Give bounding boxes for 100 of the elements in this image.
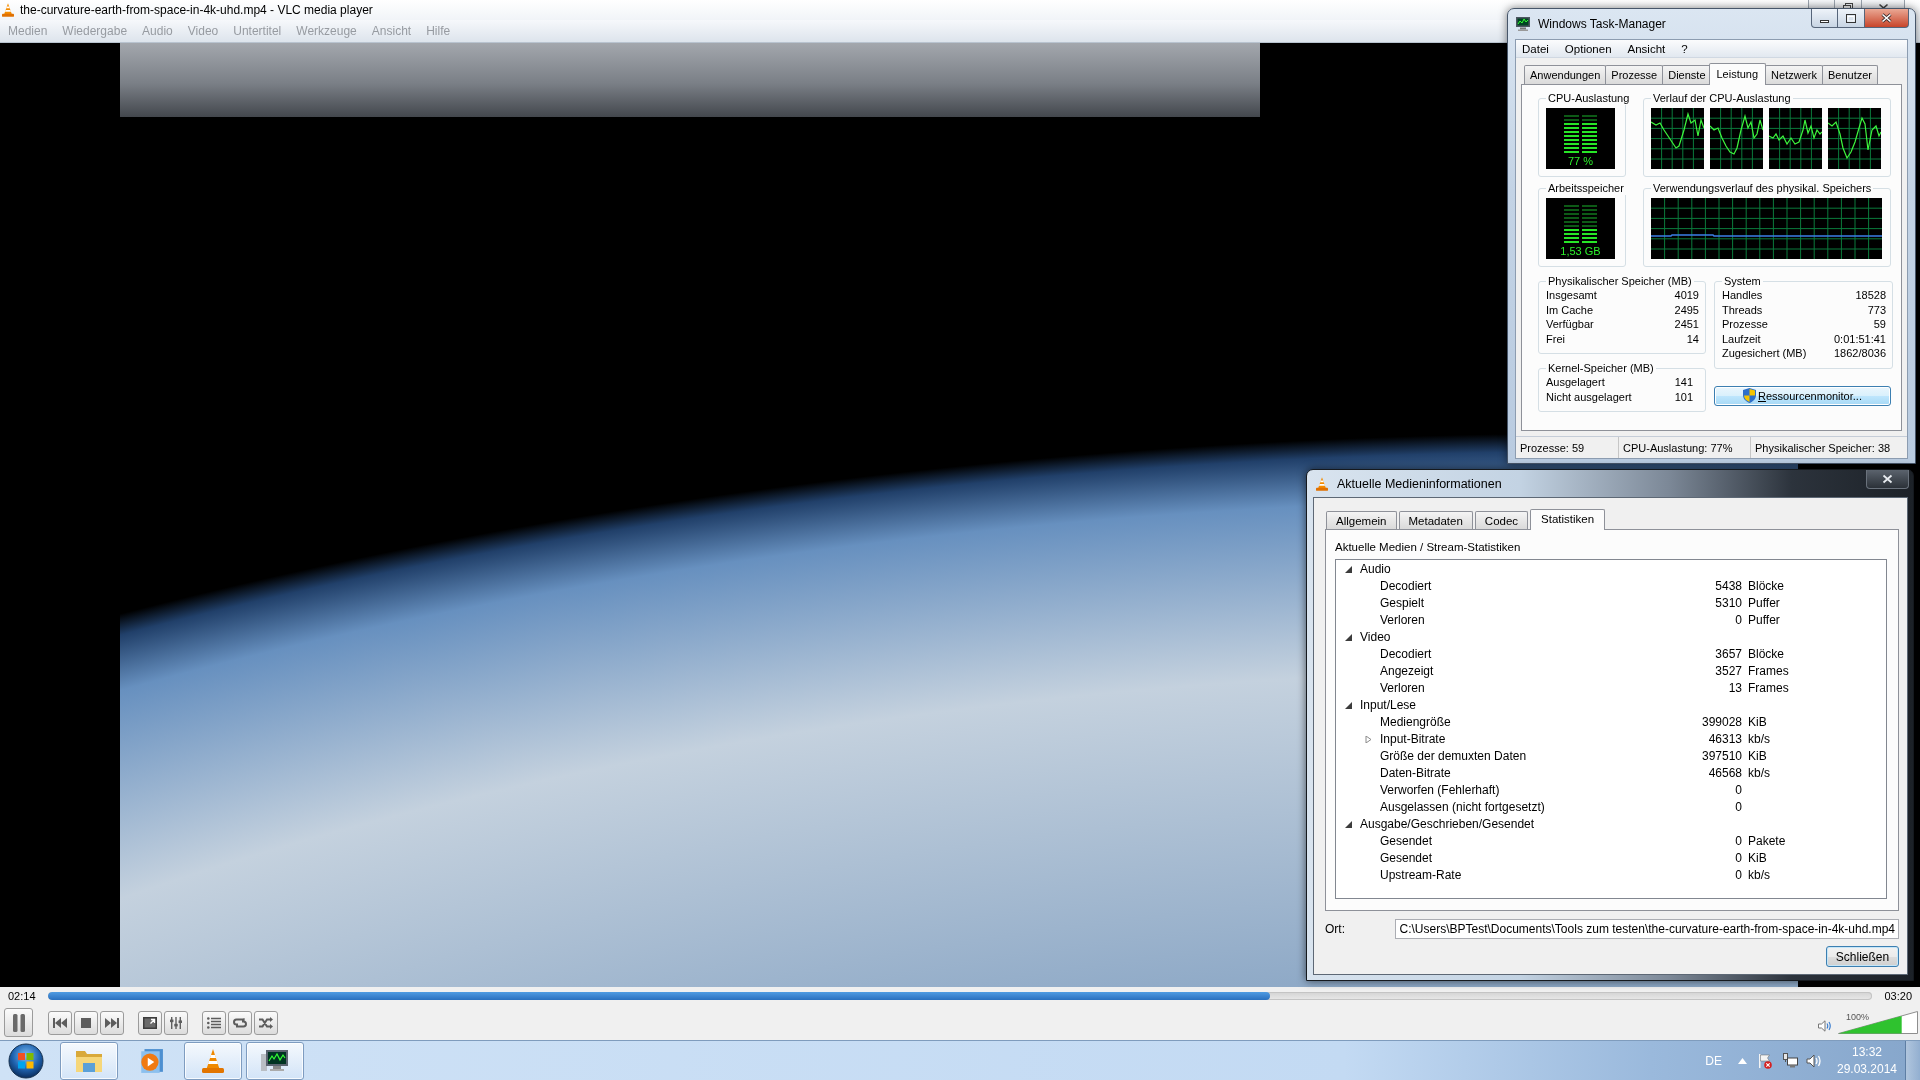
stat-value: 59 xyxy=(1872,317,1886,332)
next-button[interactable] xyxy=(100,1010,124,1035)
stat-label: Laufzeit xyxy=(1722,331,1762,346)
previous-button[interactable] xyxy=(48,1010,72,1035)
menu-item[interactable]: Datei xyxy=(1522,42,1549,55)
fullscreen-icon[interactable] xyxy=(143,1016,157,1029)
sliders-icon[interactable] xyxy=(169,1016,183,1029)
stat-value: 0 xyxy=(1734,613,1742,628)
speaker-icon[interactable] xyxy=(1818,1020,1832,1032)
tab[interactable]: Leistung xyxy=(1708,63,1767,85)
tree-item[interactable]: Ausgabe/Geschrieben/Gesendet xyxy=(1360,817,1535,832)
close-dialog-button[interactable]: Schließen xyxy=(1826,946,1899,967)
extended-settings-button[interactable] xyxy=(164,1010,188,1035)
group-box-title: Arbeitsspeicher xyxy=(1547,182,1625,195)
tree-item[interactable]: Audio xyxy=(1360,562,1391,577)
stat-unit: kb/s xyxy=(1747,766,1770,781)
pause-button[interactable] xyxy=(4,1008,33,1037)
taskbar-button[interactable] xyxy=(246,1041,304,1080)
stat-value: 0 xyxy=(1734,868,1742,883)
close-icon[interactable] xyxy=(1877,3,1889,8)
shuffle-icon[interactable] xyxy=(259,1016,273,1029)
tree-item[interactable]: Decodiert xyxy=(1380,579,1692,594)
tree-item[interactable]: Ausgelassen (nicht fortgesetzt) xyxy=(1380,800,1692,815)
stat-value: 0:01:51:41 xyxy=(1834,331,1886,346)
skip-forward-icon[interactable] xyxy=(105,1016,119,1029)
location-field[interactable]: C:\Users\BPTest\Documents\Tools zum testen\the-curvature-earth-from-space-in-4k-uhd.mp4 xyxy=(1395,919,1899,939)
menu-item[interactable]: Ansicht xyxy=(1627,42,1666,55)
close-icon[interactable] xyxy=(1881,13,1892,23)
tab[interactable]: Allgemein xyxy=(1326,511,1397,529)
maximize-button[interactable] xyxy=(1838,9,1865,28)
stat-value: 399028 xyxy=(1700,715,1742,730)
status-text: Prozesse: 59 xyxy=(1516,437,1619,458)
seek-bar[interactable] xyxy=(47,992,1873,1000)
skip-back-icon[interactable] xyxy=(53,1016,67,1029)
monitor-icon[interactable] xyxy=(261,1047,289,1074)
stat-value: 3657 xyxy=(1714,647,1742,662)
total-time: 03:20 xyxy=(1884,990,1912,1002)
tree-item[interactable]: Angezeigt xyxy=(1380,664,1692,679)
close-button[interactable] xyxy=(1862,0,1905,8)
tree-arrow-icon[interactable] xyxy=(1345,634,1352,641)
stop-icon[interactable] xyxy=(81,1017,91,1028)
tree-item[interactable]: Upstream-Rate xyxy=(1380,868,1692,883)
stat-value: 0 xyxy=(1734,851,1742,866)
stat-value: 0 xyxy=(1734,783,1742,798)
tree-arrow-icon[interactable] xyxy=(1345,702,1352,709)
tree-item[interactable]: Input-Bitrate xyxy=(1380,732,1692,747)
tab[interactable]: Dienste xyxy=(1662,65,1712,84)
traffic-cone-icon xyxy=(2,3,14,17)
cpu-history-graph xyxy=(1710,108,1763,169)
minimize-button[interactable] xyxy=(1811,9,1838,28)
stat-unit: KiB xyxy=(1747,851,1767,866)
tree-item[interactable]: Gespielt xyxy=(1380,596,1692,611)
stat-unit: KiB xyxy=(1747,749,1767,764)
stat-value: 0 xyxy=(1734,800,1742,815)
loop-button[interactable] xyxy=(228,1010,252,1035)
stat-value: 4019 xyxy=(1674,288,1699,303)
repeat-icon[interactable] xyxy=(233,1016,247,1029)
tree-item[interactable]: Mediengröße xyxy=(1380,715,1692,730)
tree-item[interactable]: Video xyxy=(1360,630,1391,645)
group-box-title: Kernel-Speicher (MB) xyxy=(1547,362,1655,375)
field-label: Ort: xyxy=(1325,922,1346,936)
tab[interactable]: Netzwerk xyxy=(1765,65,1823,84)
tab[interactable]: Benutzer xyxy=(1821,65,1878,84)
stat-unit: Puffer xyxy=(1747,613,1780,628)
tree-item[interactable]: Verloren xyxy=(1380,681,1692,696)
menu-item[interactable]: Optionen xyxy=(1564,42,1612,55)
fullscreen-button[interactable] xyxy=(138,1010,162,1035)
tree-item[interactable]: Gesendet xyxy=(1380,834,1692,849)
playlist-button[interactable] xyxy=(202,1010,226,1035)
close-button[interactable] xyxy=(1866,470,1909,489)
shuffle-button[interactable] xyxy=(254,1010,278,1035)
stat-value: 773 xyxy=(1866,302,1886,317)
tree-arrow-icon[interactable] xyxy=(1345,821,1352,828)
maximize-icon[interactable] xyxy=(1846,13,1856,23)
tree-item[interactable]: Decodiert xyxy=(1380,647,1692,662)
shield-icon[interactable] xyxy=(1743,388,1756,403)
flag-icon[interactable] xyxy=(1758,1052,1772,1069)
tab[interactable]: Metadaten xyxy=(1398,511,1473,529)
tree-item[interactable]: Verloren xyxy=(1380,613,1692,628)
close-button[interactable] xyxy=(1865,9,1909,28)
stat-value: 0 xyxy=(1734,834,1742,849)
tab[interactable]: Statistiken xyxy=(1530,509,1606,530)
tab[interactable]: Codec xyxy=(1474,511,1529,529)
tree-item[interactable]: Größe der demuxten Daten xyxy=(1380,749,1692,764)
tab[interactable]: Anwendungen xyxy=(1524,65,1607,84)
resource-monitor-button[interactable]: Ressourcenmonitor... xyxy=(1714,385,1891,406)
stat-label: Nicht ausgelagert xyxy=(1546,389,1633,404)
tree-arrow-icon[interactable] xyxy=(1345,566,1352,573)
list-icon[interactable] xyxy=(207,1016,221,1029)
tree-item[interactable]: Input/Lese xyxy=(1360,698,1417,713)
speaker-icon[interactable] xyxy=(1806,1053,1822,1068)
pause-icon[interactable] xyxy=(12,1013,25,1032)
network-icon[interactable] xyxy=(1783,1053,1798,1068)
menu-item[interactable]: ? xyxy=(1681,42,1688,55)
stop-button[interactable] xyxy=(74,1010,98,1035)
tree-item[interactable]: Verworfen (Fehlerhaft) xyxy=(1380,783,1692,798)
tab[interactable]: Prozesse xyxy=(1605,65,1664,84)
tree-item[interactable]: Gesendet xyxy=(1380,851,1692,866)
volume-slider[interactable] xyxy=(1838,1011,1918,1034)
tree-item[interactable]: Daten-Bitrate xyxy=(1380,766,1692,781)
